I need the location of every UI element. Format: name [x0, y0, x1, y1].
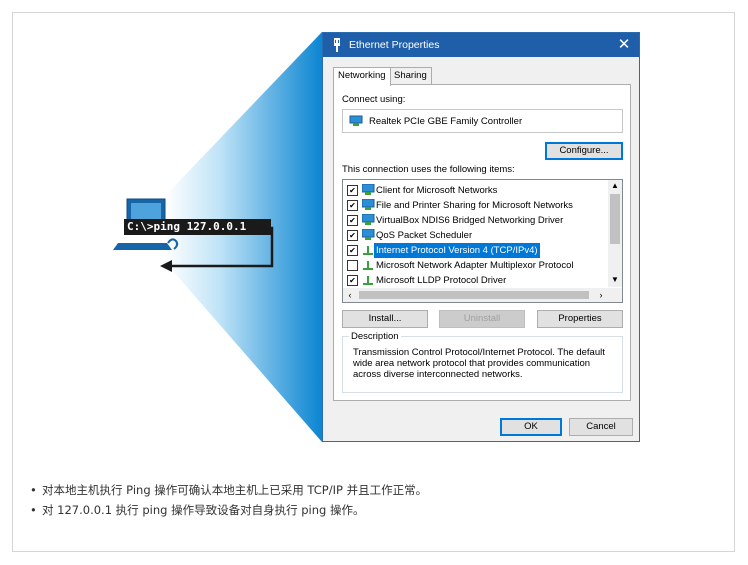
item-checkbox[interactable]: ✔: [347, 215, 358, 226]
note-item: • 对本地主机执行 Ping 操作可确认本地主机上已采用 TCP/IP 并且工作…: [30, 480, 427, 500]
item-label: Internet Protocol Version 4 (TCP/IPv4): [374, 243, 540, 258]
tab-networking[interactable]: Networking: [333, 67, 391, 86]
list-item-selected[interactable]: ✔ Internet Protocol Version 4 (TCP/IPv4): [343, 243, 609, 258]
adapter-field: Realtek PCIe GBE Family Controller: [342, 109, 623, 133]
protocol-icon: [363, 261, 373, 270]
item-label: Microsoft Network Adapter Multiplexor Pr…: [376, 260, 574, 271]
scroll-down-icon[interactable]: ▼: [608, 274, 622, 286]
item-label: Microsoft LLDP Protocol Driver: [376, 275, 507, 286]
scroll-left-icon[interactable]: ‹: [343, 288, 357, 302]
item-checkbox[interactable]: ✔: [347, 275, 358, 286]
item-label: Client for Microsoft Networks: [376, 185, 498, 196]
items-label: This connection uses the following items…: [342, 164, 515, 175]
configure-button[interactable]: Configure...: [545, 142, 623, 160]
uninstall-button: Uninstall: [439, 310, 525, 328]
dialog-title: Ethernet Properties: [349, 39, 440, 51]
item-checkbox[interactable]: ✔: [347, 185, 358, 196]
item-checkbox[interactable]: ✔: [347, 245, 358, 256]
properties-button[interactable]: Properties: [537, 310, 623, 328]
ping-command: C:\>ping 127.0.0.1: [124, 219, 271, 235]
network-client-icon: [362, 184, 375, 195]
cancel-button[interactable]: Cancel: [569, 418, 633, 436]
item-checkbox[interactable]: [347, 260, 358, 271]
network-adapter-icon: [349, 115, 363, 126]
light-beam: [165, 32, 322, 442]
note-item: • 对 127.0.0.1 执行 ping 操作导致设备对自身执行 ping 操…: [30, 500, 427, 520]
item-label: QoS Packet Scheduler: [376, 230, 473, 241]
network-client-icon: [362, 199, 375, 210]
ok-button[interactable]: OK: [500, 418, 562, 436]
vertical-scrollbar[interactable]: ▲ ▼: [608, 180, 622, 287]
adapter-name: Realtek PCIe GBE Family Controller: [369, 116, 523, 127]
notes-list: • 对本地主机执行 Ping 操作可确认本地主机上已采用 TCP/IP 并且工作…: [30, 480, 427, 520]
connect-using-label: Connect using:: [342, 94, 406, 105]
bullet: •: [30, 503, 37, 517]
networking-panel: Connect using: Realtek PCIe GBE Family C…: [333, 84, 631, 401]
item-label: File and Printer Sharing for Microsoft N…: [376, 200, 573, 211]
list-item[interactable]: ✔ Microsoft LLDP Protocol Driver: [343, 273, 609, 288]
list-item[interactable]: ✔ VirtualBox NDIS6 Bridged Networking Dr…: [343, 213, 609, 228]
components-list: ✔ Client for Microsoft Networks ✔ File a…: [342, 179, 623, 303]
install-button[interactable]: Install...: [342, 310, 428, 328]
list-item[interactable]: ✔ Client for Microsoft Networks: [343, 183, 609, 198]
bullet: •: [30, 483, 37, 497]
close-button[interactable]: ✕: [615, 36, 633, 54]
item-label: VirtualBox NDIS6 Bridged Networking Driv…: [376, 215, 564, 226]
scroll-right-icon[interactable]: ›: [594, 288, 608, 302]
horizontal-scrollbar[interactable]: ‹ ›: [343, 288, 622, 302]
dialog-titlebar: Ethernet Properties ✕: [323, 33, 639, 57]
horizontal-scroll-thumb[interactable]: [359, 291, 589, 299]
note-text: 对 127.0.0.1 执行 ping 操作导致设备对自身执行 ping 操作。: [42, 503, 365, 517]
ethernet-icon: [334, 38, 340, 52]
vertical-scroll-thumb[interactable]: [610, 194, 620, 244]
description-legend: Description: [349, 331, 401, 342]
item-checkbox[interactable]: ✔: [347, 200, 358, 211]
list-item[interactable]: ✔ QoS Packet Scheduler: [343, 228, 609, 243]
description-text: Transmission Control Protocol/Internet P…: [353, 347, 605, 380]
scroll-up-icon[interactable]: ▲: [608, 180, 622, 192]
list-item[interactable]: Microsoft Network Adapter Multiplexor Pr…: [343, 258, 609, 273]
list-item[interactable]: ✔ File and Printer Sharing for Microsoft…: [343, 198, 609, 213]
qos-icon: [362, 229, 375, 240]
description-group: Description Transmission Control Protoco…: [342, 331, 623, 393]
protocol-icon: [363, 276, 373, 285]
tab-sharing[interactable]: Sharing: [389, 67, 432, 85]
network-client-icon: [362, 214, 375, 225]
item-checkbox[interactable]: ✔: [347, 230, 358, 241]
ethernet-properties-dialog: Ethernet Properties ✕ Networking Sharing…: [322, 32, 640, 442]
note-text: 对本地主机执行 Ping 操作可确认本地主机上已采用 TCP/IP 并且工作正常…: [42, 483, 428, 497]
